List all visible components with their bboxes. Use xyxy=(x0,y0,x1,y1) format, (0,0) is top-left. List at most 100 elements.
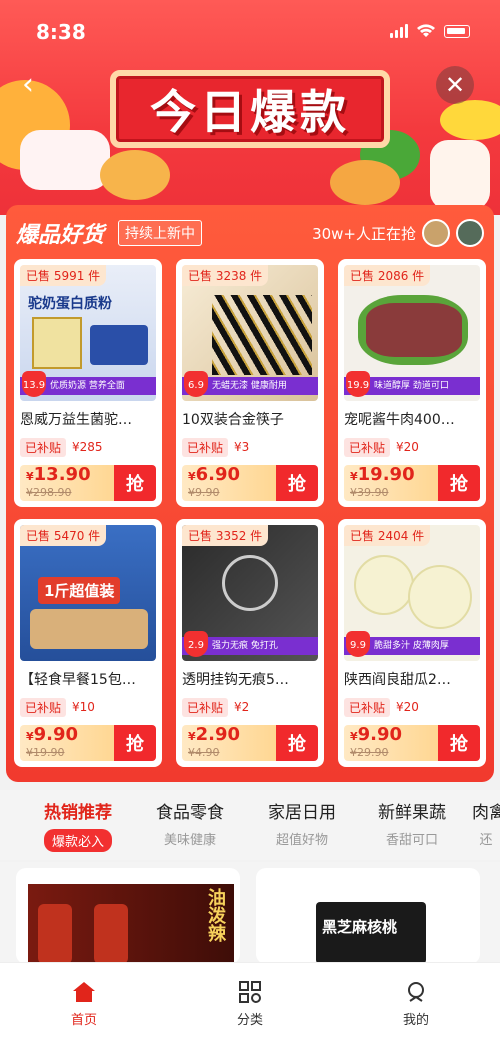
banner-title: 今日爆款 xyxy=(110,70,390,148)
status-bar: 8:38 xyxy=(0,18,500,48)
grab-button[interactable]: 抢 xyxy=(438,465,480,501)
sold-count: 已售 2086 件 xyxy=(344,265,431,286)
product-image: 已售 3352 件 强力无痕 免打孔 2.9 xyxy=(182,525,318,661)
melon-visual xyxy=(354,555,414,615)
product-name: 宠呢酱牛肉400… xyxy=(344,412,455,428)
subsidy-label: 已补贴 xyxy=(20,437,67,457)
sold-count: 已售 3352 件 xyxy=(182,525,269,546)
price-bar: ¥2.90 ¥4.90 抢 xyxy=(182,725,318,761)
banana-decoration xyxy=(440,100,500,140)
sold-count: 已售 5470 件 xyxy=(20,525,107,546)
grab-button[interactable]: 抢 xyxy=(114,725,156,761)
egg-decoration xyxy=(330,160,400,205)
price-tag: 19.9 xyxy=(346,371,370,397)
header-banner: 8:38 ‹ ✕ 今日爆款 xyxy=(0,0,500,215)
product-box xyxy=(32,317,82,369)
original-price: ¥19.90 xyxy=(26,746,65,759)
subsidy-amount: ¥20 xyxy=(396,440,419,454)
beef-visual xyxy=(366,303,462,357)
subsidy-amount: ¥2 xyxy=(234,700,250,714)
profile-icon xyxy=(408,982,424,1002)
product-card[interactable]: 已售 2086 件 味道醇厚 劲道可口 19.9 宠呢酱牛肉400… 已补贴 ¥2… xyxy=(338,259,486,507)
nav-label: 我的 xyxy=(402,1013,429,1028)
grabbing-count: 30w+人正在抢 xyxy=(312,224,416,243)
melon-visual xyxy=(408,565,472,629)
feed-image: 油泼辣 xyxy=(28,884,234,964)
product-card[interactable]: 已售 3352 件 强力无痕 免打孔 2.9 透明挂钩无痕5… 已补贴 ¥2 ¥2… xyxy=(176,519,324,767)
tab-hot[interactable]: 热销推荐 爆款必入 xyxy=(28,798,128,852)
price-tag: 2.9 xyxy=(184,631,208,657)
price-bar: ¥9.90 ¥29.90 抢 xyxy=(344,725,480,761)
product-name: 陕西阎良甜瓜2… xyxy=(344,672,451,688)
grab-button[interactable]: 抢 xyxy=(276,725,318,761)
grab-button[interactable]: 抢 xyxy=(438,725,480,761)
bottle-visual xyxy=(38,904,72,964)
sold-count: 已售 5991 件 xyxy=(20,265,107,286)
category-tabs: 热销推荐 爆款必入 食品零食 美味健康 家居日用 超值好物 新鲜果蔬 香甜可口 … xyxy=(0,790,500,860)
tab-fresh[interactable]: 新鲜果蔬 香甜可口 xyxy=(362,798,462,848)
subsidy-label: 已补贴 xyxy=(182,697,229,717)
product-name: 10双装合金筷子 xyxy=(182,412,284,428)
back-icon[interactable]: ‹ xyxy=(22,70,52,100)
product-image: 已售 2086 件 味道醇厚 劲道可口 19.9 xyxy=(344,265,480,401)
tab-subtitle: 爆款必入 xyxy=(43,829,112,852)
bottle-visual xyxy=(94,904,128,964)
grab-button[interactable]: 抢 xyxy=(114,465,156,501)
feed-image-text: 黑芝麻核桃 xyxy=(322,918,398,936)
home-icon xyxy=(73,982,95,1002)
product-card[interactable]: 已售 3238 件 无蜡无漆 健康耐用 6.9 10双装合金筷子 已补贴 ¥3 ¥… xyxy=(176,259,324,507)
sold-count: 已售 2404 件 xyxy=(344,525,431,546)
price-tag: 6.9 xyxy=(184,371,208,397)
sold-count: 已售 3238 件 xyxy=(182,265,269,286)
avatar xyxy=(456,219,484,247)
product-image-text: 驼奶蛋白质粉 xyxy=(28,296,112,312)
subsidy-amount: ¥285 xyxy=(72,440,103,454)
feed-card[interactable]: 油泼辣 xyxy=(16,868,240,964)
price-tag: 9.9 xyxy=(346,631,370,657)
nav-home[interactable]: 首页 xyxy=(44,981,124,1028)
tab-food[interactable]: 食品零食 美味健康 xyxy=(140,798,240,848)
nav-category[interactable]: 分类 xyxy=(210,981,290,1028)
current-price: 9.90 xyxy=(357,725,403,745)
orange-decoration xyxy=(100,150,170,200)
product-image: 1斤超值装 已售 5470 件 xyxy=(20,525,156,661)
subsidy-label: 已补贴 xyxy=(344,437,391,457)
status-time: 8:38 xyxy=(36,20,86,44)
chopsticks-visual xyxy=(212,295,312,375)
product-card[interactable]: 驼奶蛋白质粉 已售 5991 件 优质奶源 营养全面 13.9 恩威万益生菌驼…… xyxy=(14,259,162,507)
hook-visual xyxy=(222,555,278,611)
product-card[interactable]: 1斤超值装 已售 5470 件 【轻食早餐15包… 已补贴 ¥10 ¥9.90 ¥1… xyxy=(14,519,162,767)
nav-mine[interactable]: 我的 xyxy=(376,981,456,1028)
close-button[interactable]: ✕ xyxy=(436,66,474,104)
bottom-nav: 首页 分类 我的 xyxy=(0,962,500,1047)
feed-card[interactable]: 黑芝麻核桃 xyxy=(256,868,480,964)
nav-label: 首页 xyxy=(70,1013,97,1028)
subsidy-label: 已补贴 xyxy=(20,697,67,717)
original-price: ¥4.90 xyxy=(188,746,220,759)
feed-image: 黑芝麻核桃 xyxy=(316,902,426,964)
product-name: 【轻食早餐15包… xyxy=(20,672,136,688)
original-price: ¥298.90 xyxy=(26,486,72,499)
current-price: 9.90 xyxy=(33,725,79,745)
product-card[interactable]: 已售 2404 件 脆甜多汁 皮薄肉厚 9.9 陕西阎良甜瓜2… 已补贴 ¥20 … xyxy=(338,519,486,767)
tab-home[interactable]: 家居日用 超值好物 xyxy=(252,798,352,848)
tab-title: 食品零食 xyxy=(156,803,224,823)
subsidy-label: 已补贴 xyxy=(344,697,391,717)
feature-badges xyxy=(90,325,148,365)
tab-meat[interactable]: 肉禽 还 xyxy=(472,798,500,848)
current-price: 13.90 xyxy=(33,465,91,485)
tab-subtitle: 超值好物 xyxy=(275,833,328,848)
product-image-text: 1斤超值装 xyxy=(38,577,121,604)
current-price: 6.90 xyxy=(195,465,241,485)
tab-title: 新鲜果蔬 xyxy=(378,803,446,823)
tab-subtitle: 美味健康 xyxy=(163,833,216,848)
current-price: 19.90 xyxy=(357,465,415,485)
section-tag: 持续上新中 xyxy=(118,220,203,246)
battery-icon xyxy=(444,24,470,38)
product-name: 恩威万益生菌驼… xyxy=(20,412,132,428)
original-price: ¥29.90 xyxy=(350,746,389,759)
subsidy-amount: ¥20 xyxy=(396,700,419,714)
tab-subtitle: 香甜可口 xyxy=(385,833,438,848)
product-name: 透明挂钩无痕5… xyxy=(182,672,289,688)
grab-button[interactable]: 抢 xyxy=(276,465,318,501)
